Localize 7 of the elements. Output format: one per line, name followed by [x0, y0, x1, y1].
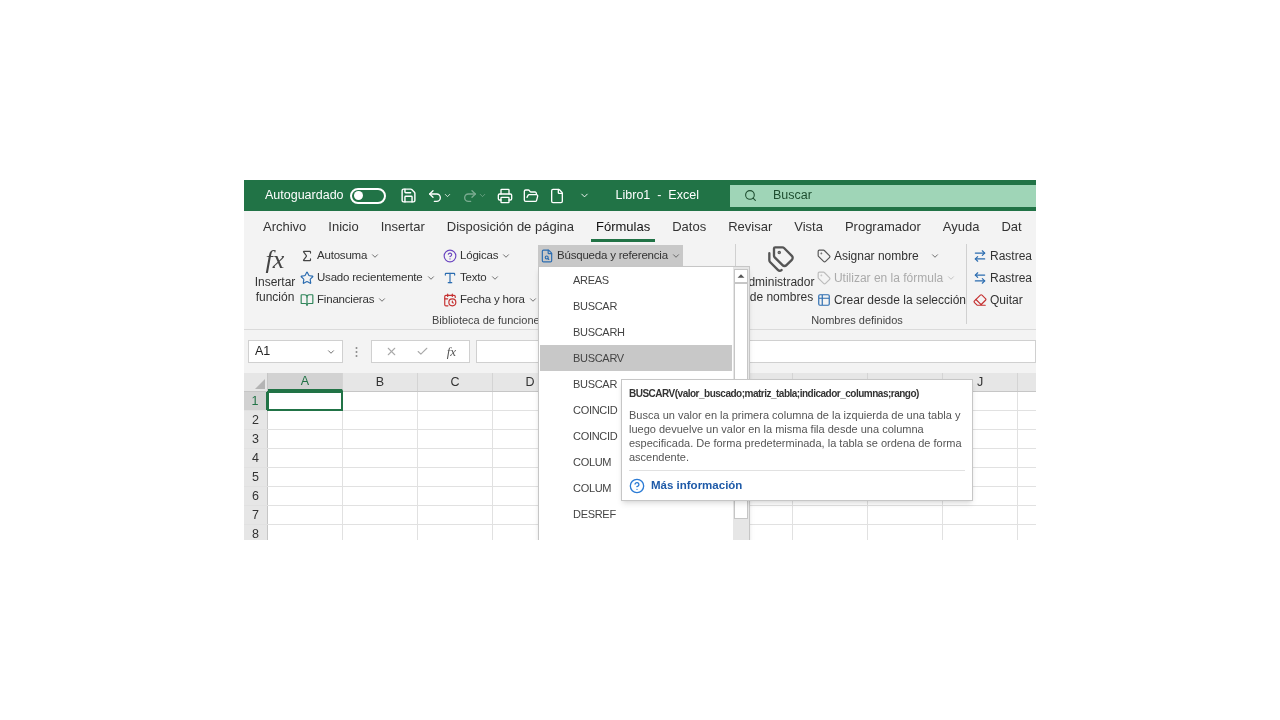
function-description: Busca un valor en la primera columna de la izquierda de una tabla y luego devuelve un valor en la misma fila desde una columna especificada. De forma predeterminada, la tabla se ordena de forma ascendente.: [629, 408, 963, 464]
function-signature: BUSCARV(valor_buscado;matriz_tabla;indicador_columnas;rango): [629, 387, 920, 401]
autosave-label: Autoguardado: [265, 187, 344, 205]
group-label: Nombres definidos: [811, 312, 903, 328]
window-title: Libro1 - Excel: [615, 187, 699, 205]
fx-icon: fx: [265, 245, 285, 275]
group-label: Biblioteca de funcione: [432, 312, 540, 328]
